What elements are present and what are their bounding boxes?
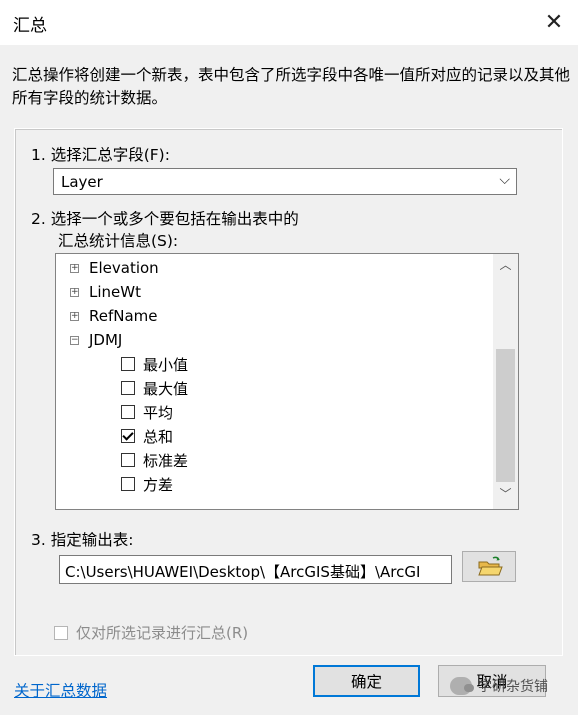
stat-mean[interactable]: 平均 [121, 401, 173, 423]
stat-label: 平均 [143, 403, 174, 422]
selected-records-only-option[interactable]: 仅对所选记录进行汇总(R) [54, 622, 248, 643]
stat-stddev[interactable]: 标准差 [121, 449, 188, 471]
title-bar: 汇总 ✕ [0, 0, 578, 45]
open-folder-icon [478, 556, 503, 576]
output-table-label: 3. 指定输出表: [31, 531, 134, 549]
stat-max-checkbox[interactable] [121, 381, 135, 395]
statistics-tree[interactable]: + Elevation + LineWt + RefName − JDMJ 最小… [55, 253, 519, 510]
window-title: 汇总 [13, 16, 47, 36]
statistics-label-line1: 2. 选择一个或多个要包括在输出表中的 [31, 210, 299, 228]
browse-button[interactable] [462, 551, 516, 582]
summary-field-label: 1. 选择汇总字段(F): [31, 146, 170, 164]
scroll-down-icon[interactable]: ﹀ [493, 485, 518, 507]
summary-field-dropdown[interactable]: Layer ⌵ [53, 168, 517, 195]
output-path-value: C:\Users\HUAWEI\Desktop\【ArcGIS基础】\ArcGI [65, 563, 421, 581]
help-link[interactable]: 关于汇总数据 [14, 679, 107, 701]
stat-label: 最大值 [143, 379, 189, 398]
stat-min[interactable]: 最小值 [121, 353, 188, 375]
stat-mean-checkbox[interactable] [121, 405, 135, 419]
stat-label: 最小值 [143, 355, 189, 374]
chevron-down-icon: ⌵ [499, 172, 510, 188]
expand-icon[interactable]: + [70, 263, 79, 273]
close-icon[interactable]: ✕ [538, 6, 570, 38]
watermark: 学研杂货铺 [450, 676, 548, 696]
tree-node-label: RefName [89, 307, 158, 325]
tree-node-label: JDMJ [89, 331, 123, 349]
ok-button[interactable]: 确定 [313, 665, 420, 697]
stat-sum-checkbox[interactable] [121, 429, 135, 443]
stat-sum[interactable]: 总和 [121, 425, 173, 447]
statistics-label-line2: 汇总统计信息(S): [58, 232, 179, 250]
tree-node-label: LineWt [89, 283, 141, 301]
stat-label: 总和 [143, 427, 174, 446]
scroll-up-icon[interactable]: ︿ [493, 256, 518, 278]
tree-node-linewt[interactable]: + LineWt [70, 281, 141, 303]
collapse-icon[interactable]: − [70, 335, 79, 345]
expand-icon[interactable]: + [70, 287, 79, 297]
summary-field-value: Layer [61, 173, 103, 191]
selected-records-only-label: 仅对所选记录进行汇总(R) [76, 624, 249, 642]
stat-label: 方差 [143, 475, 174, 494]
stat-min-checkbox[interactable] [121, 357, 135, 371]
tree-scrollbar[interactable]: ︿ ﹀ [493, 254, 518, 509]
selected-records-only-checkbox[interactable] [54, 625, 68, 640]
stat-variance-checkbox[interactable] [121, 477, 135, 491]
stat-max[interactable]: 最大值 [121, 377, 188, 399]
stat-label: 标准差 [143, 451, 189, 470]
scrollbar-thumb[interactable] [496, 349, 515, 482]
expand-icon[interactable]: + [70, 311, 79, 321]
description-text: 汇总操作将创建一个新表，表中包含了所选字段中各唯一值所对应的记录以及其他所有字段… [12, 66, 571, 107]
output-path-input[interactable]: C:\Users\HUAWEI\Desktop\【ArcGIS基础】\ArcGI [59, 555, 452, 584]
stat-stddev-checkbox[interactable] [121, 453, 135, 467]
wechat-icon [450, 677, 474, 695]
watermark-text: 学研杂货铺 [478, 679, 548, 695]
tree-node-label: Elevation [89, 259, 159, 277]
tree-node-elevation[interactable]: + Elevation [70, 257, 159, 279]
tree-node-jdmj[interactable]: − JDMJ [70, 329, 122, 351]
stat-variance[interactable]: 方差 [121, 473, 173, 495]
tree-node-refname[interactable]: + RefName [70, 305, 158, 327]
